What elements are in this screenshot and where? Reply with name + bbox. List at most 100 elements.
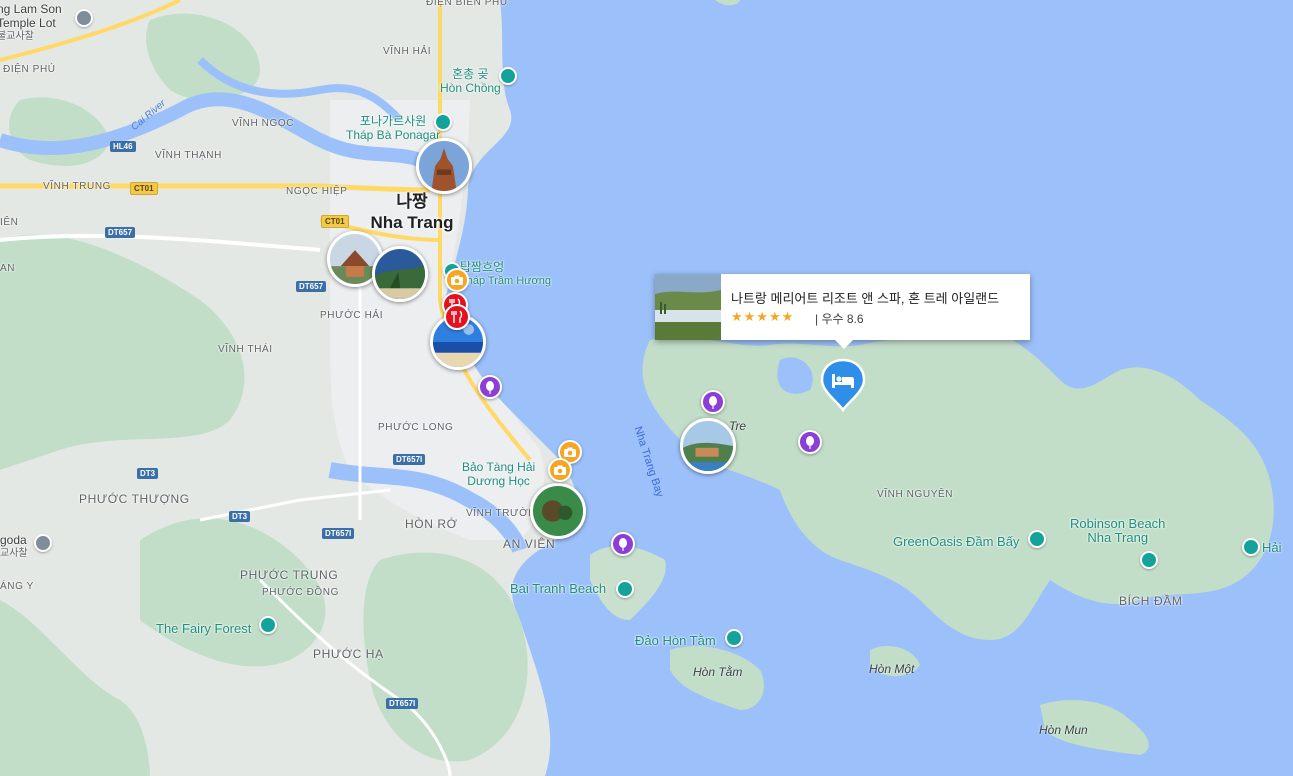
poi-tramhuong[interactable]: 탑짬흐엉 Tháp Trầm Hương: [460, 260, 551, 288]
attraction-marker[interactable]: [445, 268, 469, 292]
balloon-icon: [486, 381, 494, 394]
review-score: | 우수 8.6: [815, 312, 864, 326]
camera-icon[interactable]: [1242, 538, 1260, 556]
district-label: PHƯỚC TRUNG: [240, 568, 339, 582]
poi-baotang[interactable]: Bảo Tàng Hải Dương Học: [462, 460, 535, 488]
activity-marker[interactable]: [478, 375, 502, 399]
district-label: VĨNH NGUYÊN: [877, 489, 954, 500]
poi-line: goda: [0, 533, 27, 547]
poi-line: Dương Học: [467, 474, 530, 488]
district-label: HÒN RỚ: [405, 517, 458, 531]
temple-icon[interactable]: [75, 9, 93, 27]
road-shield: CT01: [321, 215, 349, 228]
camera-icon[interactable]: [1028, 530, 1046, 548]
city-label-korean: 나짱: [396, 192, 428, 211]
district-label: ÁNG Y: [0, 581, 34, 592]
district-label: PHƯỚC LONG: [378, 422, 454, 433]
balloon-icon: [806, 436, 814, 449]
map-terrain: [0, 0, 1274, 776]
activity-marker[interactable]: [701, 390, 725, 414]
poi-line: Tháp Trầm Hương: [460, 275, 551, 287]
road-shield: DT657I: [393, 454, 426, 465]
hotel-thumbnail: [655, 274, 721, 340]
district-label: PHƯỚC ĐỒNG: [262, 587, 340, 598]
poi-line: Tháp Bà Ponagar: [346, 128, 441, 142]
poi-line: 탑짬흐엉: [460, 260, 505, 274]
food-marker[interactable]: [444, 304, 470, 330]
hotel-name: 나트랑 메리어트 리조트 앤 스파, 혼 트레 아일랜드: [731, 291, 1000, 306]
activity-marker[interactable]: [798, 430, 822, 454]
poi-line: Robinson Beach: [1070, 516, 1166, 531]
district-label: BÍCH ĐẦM: [1119, 594, 1183, 608]
star-rating: ★★★★★: [731, 309, 795, 324]
poi-pagoda[interactable]: goda 교사찰: [0, 533, 28, 561]
district-label: VĨNH NGỌC: [232, 118, 295, 129]
hotel-marker[interactable]: [820, 358, 866, 413]
camera-icon[interactable]: [434, 113, 452, 131]
poi-line: 교사찰: [0, 548, 28, 559]
district-label: AN: [0, 263, 16, 274]
activity-marker[interactable]: [611, 532, 635, 556]
poi-hai[interactable]: Hải: [1262, 541, 1282, 555]
road-shield: HL46: [110, 141, 136, 152]
temple-icon[interactable]: [34, 534, 52, 552]
road-shield: DT3: [229, 511, 251, 522]
hotel-info-card[interactable]: 나트랑 메리어트 리조트 앤 스파, 혼 트레 아일랜드 ★★★★★ | 우수 …: [655, 274, 1030, 349]
photo-marker-beach-park[interactable]: [372, 246, 428, 302]
road-shield: DT657: [105, 227, 136, 238]
camera-icon[interactable]: [616, 580, 634, 598]
district-label: ĐIỆN BIÊN PHỦ: [426, 0, 508, 8]
camera-icon: [451, 275, 463, 285]
district-label: PHƯỚC THƯỢNG: [79, 492, 190, 506]
district-label: VĨNH THÁI: [218, 344, 273, 355]
road-shield: DT657I: [322, 528, 355, 539]
district-label: NGỌC HIỆP: [286, 186, 348, 197]
district-label: ĐIỆN PHÚ: [3, 64, 56, 75]
camera-icon[interactable]: [725, 629, 743, 647]
restaurant-icon: [451, 310, 463, 323]
poi-lamson[interactable]: ng Lam Son Temple Lot 불교사찰: [0, 2, 62, 44]
balloon-icon: [619, 538, 627, 551]
poi-fairy-forest[interactable]: The Fairy Forest: [156, 622, 251, 636]
attraction-marker[interactable]: [548, 458, 572, 482]
poi-honchong[interactable]: 혼총 곶 Hòn Chồng: [440, 67, 501, 95]
photo-marker-aquarium[interactable]: [530, 483, 586, 539]
city-label-nhatrang[interactable]: 나짱 Nha Trang: [360, 191, 464, 233]
poi-line: Nha Trang: [1087, 530, 1149, 545]
island-label: Hòn Tằm: [693, 665, 743, 679]
poi-line: 포나가르사원: [359, 114, 427, 128]
balloon-icon: [709, 396, 717, 409]
poi-baitranh[interactable]: Bai Tranh Beach: [510, 582, 606, 596]
district-label: VĨNH HẢI: [383, 46, 432, 57]
bed-icon: [820, 358, 866, 413]
photo-marker-hon-tre[interactable]: [680, 418, 736, 474]
city-label-name: Nha Trang: [370, 213, 454, 232]
camera-icon: [554, 465, 566, 475]
road-shield: DT3: [137, 468, 159, 479]
road-shield: CT01: [130, 182, 158, 195]
map-canvas[interactable]: ĐIỆN BIÊN PHỦ VĨNH HẢI ĐIỆN PHÚ VĨNH NGỌ…: [0, 0, 1293, 776]
island-label: Hòn Một: [869, 662, 915, 676]
district-label: VĨNH THẠNH: [155, 150, 222, 161]
poi-greenoasis[interactable]: GreenOasis Đầm Bấy: [893, 535, 1019, 549]
poi-line: Hòn Chồng: [440, 81, 501, 95]
camera-icon[interactable]: [1140, 551, 1158, 569]
photo-marker-ponagar[interactable]: [416, 138, 472, 194]
poi-line: Bảo Tàng Hải: [462, 460, 536, 474]
district-label: IÊN: [0, 217, 19, 228]
poi-line: Temple Lot: [0, 16, 56, 30]
district-label: VĨNH TRUNG: [43, 181, 112, 192]
district-label: PHƯỚC HẠ: [313, 647, 384, 661]
camera-icon[interactable]: [499, 67, 517, 85]
road-shield: DT657: [296, 281, 327, 292]
poi-line: 불교사찰: [0, 31, 34, 42]
poi-robinson[interactable]: Robinson Beach Nha Trang: [1070, 517, 1165, 545]
poi-ponagar[interactable]: 포나가르사원 Tháp Bà Ponagar: [346, 114, 440, 142]
poi-dao-hon-tam[interactable]: Đảo Hòn Tằm: [635, 634, 716, 648]
district-label: PHƯỚC HẢI: [320, 310, 384, 321]
district-label: AN VIÊN: [503, 537, 556, 551]
poi-line: 혼총 곶: [452, 67, 489, 81]
poi-line: ng Lam Son: [0, 2, 62, 16]
district-label: VĨNH TRƯỜN: [466, 508, 537, 519]
camera-icon[interactable]: [259, 616, 277, 634]
